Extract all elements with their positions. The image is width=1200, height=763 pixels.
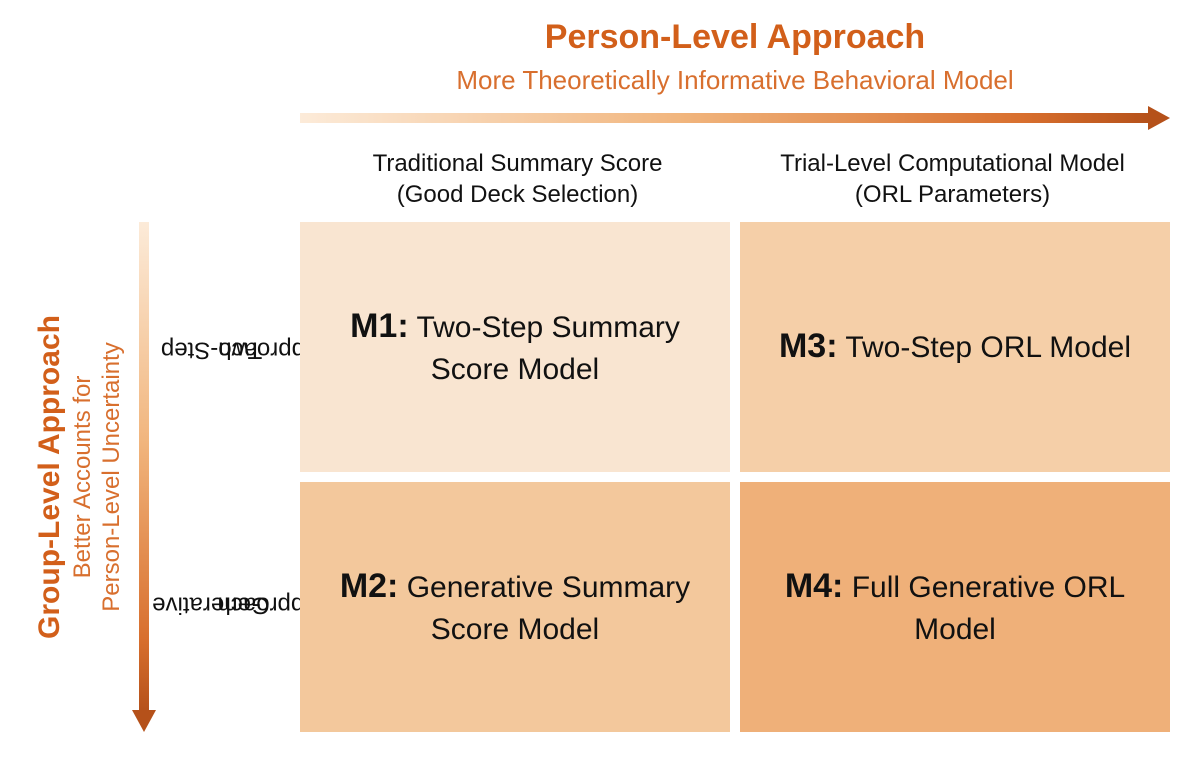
- cell-m2-code: M2:: [340, 567, 399, 605]
- person-level-header: Person-Level Approach More Theoretically…: [300, 18, 1170, 96]
- col-header-trial-l1: Trial-Level Computational Model: [780, 150, 1125, 177]
- vertical-arrow-icon: [136, 222, 152, 732]
- horizontal-arrow-tip: [1148, 106, 1170, 130]
- row-label-generative: Generative Approach: [180, 477, 300, 732]
- cell-m3: M3: Two-Step ORL Model: [740, 222, 1170, 472]
- group-level-sub-l2: Person-Level Uncertainty: [98, 342, 125, 611]
- group-level-subtitle: Better Accounts for Person-Level Uncerta…: [69, 227, 127, 727]
- cell-m4-text: Full Generative ORL Model: [843, 571, 1125, 646]
- cell-m1-text: Two-Step Summary Score Model: [409, 311, 680, 386]
- col-header-trial-level: Trial-Level Computational Model (ORL Par…: [735, 142, 1170, 220]
- vertical-arrow-tip: [132, 710, 156, 732]
- model-matrix: M1: Two-Step Summary Score Model M3: Two…: [300, 222, 1170, 732]
- cell-m3-code: M3:: [779, 327, 838, 365]
- row-label-two-step: Two-Step Approach: [180, 222, 300, 477]
- group-level-sub-l1: Better Accounts for: [69, 376, 96, 579]
- column-headers: Traditional Summary Score (Good Deck Sel…: [300, 142, 1170, 220]
- cell-m4: M4: Full Generative ORL Model: [740, 482, 1170, 732]
- group-level-subtitle-wrap: Better Accounts for Person-Level Uncerta…: [58, 222, 128, 732]
- horizontal-arrow-bar: [300, 113, 1150, 123]
- group-level-header: Group-Level Approach Better Accounts for…: [0, 222, 180, 732]
- row-labels: Two-Step Approach Generative Approach: [180, 222, 300, 732]
- cell-m2: M2: Generative Summary Score Model: [300, 482, 730, 732]
- cell-m1: M1: Two-Step Summary Score Model: [300, 222, 730, 472]
- person-level-subtitle: More Theoretically Informative Behaviora…: [300, 65, 1170, 96]
- col-header-traditional-l1: Traditional Summary Score: [373, 150, 663, 177]
- vertical-arrow-bar: [139, 222, 149, 712]
- horizontal-arrow-icon: [300, 110, 1170, 126]
- cell-m4-code: M4:: [785, 567, 844, 605]
- col-header-traditional: Traditional Summary Score (Good Deck Sel…: [300, 142, 735, 220]
- cell-m3-text: Two-Step ORL Model: [838, 331, 1131, 364]
- person-level-title: Person-Level Approach: [300, 18, 1170, 57]
- cell-m1-code: M1:: [350, 307, 409, 345]
- col-header-traditional-l2: (Good Deck Selection): [397, 181, 638, 208]
- cell-m2-text: Generative Summary Score Model: [398, 571, 690, 646]
- col-header-trial-l2: (ORL Parameters): [855, 181, 1050, 208]
